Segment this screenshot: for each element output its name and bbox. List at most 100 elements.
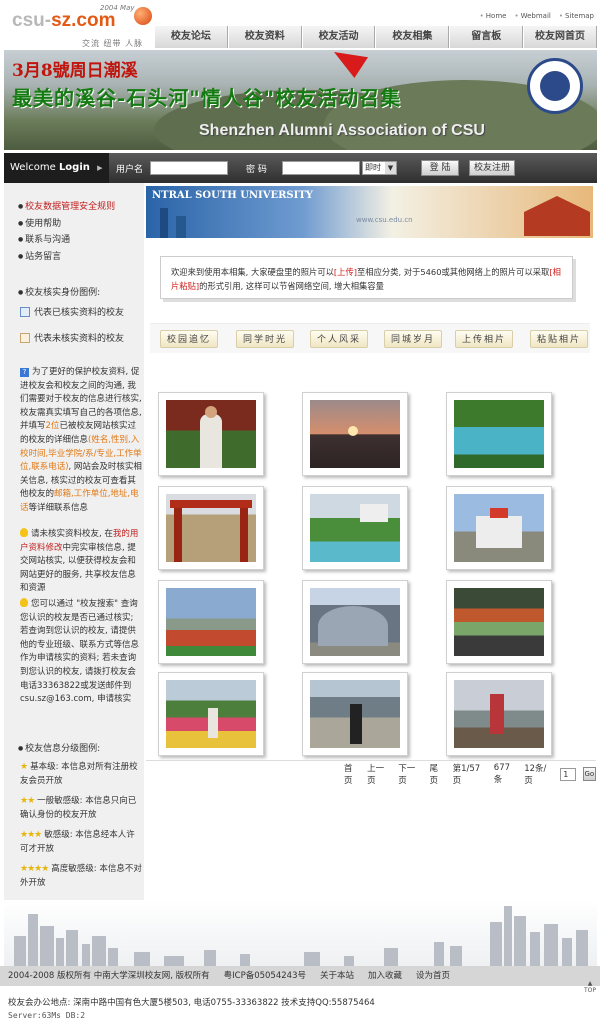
sidebar-link-help[interactable]: 使用帮助 (18, 216, 115, 233)
photo-thumbnail[interactable] (446, 392, 552, 476)
logo-lantern-icon (134, 7, 152, 25)
photo-image (166, 680, 256, 748)
lightbulb-icon (20, 528, 28, 537)
tab-paste-photo[interactable]: 粘贴相片 (530, 330, 588, 348)
photo-thumbnail[interactable] (446, 672, 552, 756)
tab-city-years[interactable]: 同城岁月 (384, 330, 442, 348)
login-button[interactable]: 登 陆 (421, 160, 459, 176)
logo-slogan: 交流 纽带 人脉 (82, 39, 144, 48)
lightbulb-icon (20, 598, 28, 607)
banner-flag (334, 52, 368, 78)
star-icon: ★★★★ (20, 864, 49, 874)
session-select[interactable]: 即时 ▼ (362, 161, 397, 175)
album-header-image: NTRAL SOUTH UNIVERSITY www.csu.edu.cn (146, 186, 593, 238)
chevron-down-icon: ▼ (385, 162, 396, 174)
page-last-link[interactable]: 尾页 (429, 762, 445, 786)
welcome-login-label: Welcome Login ▶ (4, 153, 109, 183)
verification-info: ? 为了更好的保护校友资料, 促进校友会和校友之间的沟通, 我们需要对于校友的信息… (20, 367, 142, 513)
tab-campus-memories[interactable]: 校园追忆 (160, 330, 218, 348)
sidebar-link-security-rules[interactable]: 校友数据管理安全规则 (18, 199, 115, 216)
page-first-link[interactable]: 首页 (344, 762, 360, 786)
photo-image (454, 494, 544, 562)
login-bar: Welcome Login ▶ 用户名 密 码 即时 ▼ 登 陆 校友注册 (4, 153, 597, 183)
tab-personal[interactable]: 个人风采 (310, 330, 368, 348)
photo-thumbnail[interactable] (302, 486, 408, 570)
city-skyline-image (4, 900, 597, 966)
username-input[interactable] (150, 161, 228, 175)
back-to-top-button[interactable]: ▲ TOP (583, 980, 597, 994)
photo-image (310, 680, 400, 748)
favorite-link[interactable]: 加入收藏 (368, 966, 402, 986)
page-info: 第1/57页 (452, 764, 481, 786)
unverified-user-icon (20, 332, 30, 343)
about-link[interactable]: 关于本站 (320, 966, 354, 986)
university-name-image-text: NTRAL SOUTH UNIVERSITY (152, 190, 313, 201)
photo-image (454, 680, 544, 748)
photo-thumbnail[interactable] (446, 486, 552, 570)
star-icon: ★ (20, 762, 28, 772)
level-highly-sensitive: ★★★★ 高度敏感级: 本信息不对外开放 (20, 864, 142, 888)
password-label: 密 码 (246, 165, 267, 175)
photo-image (310, 588, 400, 656)
top-links: • Home • Webmail • Sitemap (480, 12, 594, 20)
page-go-button[interactable]: Go (582, 767, 596, 781)
page-number-input[interactable]: 1 (560, 767, 576, 781)
image-building (160, 208, 168, 238)
page-next-link[interactable]: 下一页 (398, 762, 422, 786)
nav-item-albums[interactable]: 校友相集 (375, 26, 450, 48)
page-prev-link[interactable]: 上一页 (367, 762, 391, 786)
photo-thumbnail[interactable] (302, 672, 408, 756)
photo-thumbnail[interactable] (158, 486, 264, 570)
photo-thumbnail[interactable] (446, 580, 552, 664)
level-legend-title: 校友信息分级图例: (18, 741, 100, 754)
tab-classmate-time[interactable]: 同学时光 (236, 330, 294, 348)
photo-image (454, 400, 544, 468)
record-count: 677条 (493, 763, 511, 785)
photo-thumbnail[interactable] (158, 672, 264, 756)
copyright-text: 2004-2008 版权所有 中南大学深圳校友网, 版权所有 (8, 971, 210, 981)
top-link-home[interactable]: • Home (480, 12, 507, 20)
icp-link[interactable]: 粤ICP备05054243号 (224, 966, 306, 986)
question-icon: ? (20, 368, 29, 377)
top-link-sitemap[interactable]: • Sitemap (559, 12, 594, 20)
university-url-text: www.csu.edu.cn (356, 216, 413, 224)
arrow-up-icon: ▲ (587, 980, 593, 987)
nav-item-guestbook[interactable]: 留言板 (449, 26, 524, 48)
photo-image (166, 400, 256, 468)
image-gate-building (524, 196, 590, 236)
sidebar-link-contact[interactable]: 联系与沟通 (18, 232, 115, 249)
banner-title-main: 最美的溪谷-石头河"情人谷"校友活动召集 (12, 86, 402, 110)
set-home-link[interactable]: 设为首页 (416, 966, 450, 986)
photo-image (166, 494, 256, 562)
username-label: 用户名 (116, 165, 144, 175)
register-button[interactable]: 校友注册 (469, 160, 515, 176)
photo-thumbnail[interactable] (158, 392, 264, 476)
tab-upload-photo[interactable]: 上传相片 (455, 330, 513, 348)
photo-thumbnail[interactable] (158, 580, 264, 664)
photo-thumbnail[interactable] (302, 392, 408, 476)
photo-image (310, 400, 400, 468)
nav-item-alumni-info[interactable]: 校友资料 (227, 26, 302, 48)
image-building (176, 216, 186, 238)
footer-address: 校友会办公地点: 深南中路中国有色大厦5楼503, 电话0755-3336382… (8, 998, 375, 1008)
photo-image (310, 494, 400, 562)
sidebar-link-messages[interactable]: 站务留言 (18, 249, 115, 266)
star-icon: ★★★ (20, 830, 42, 840)
top-link-webmail[interactable]: • Webmail (514, 12, 550, 20)
site-logo[interactable]: 2004 May csu-sz.com 交流 纽带 人脉 (4, 4, 154, 48)
legend-verified: 代表已核实资料的校友 (20, 305, 124, 318)
nav-item-home[interactable]: 校友网首页 (523, 26, 597, 48)
photo-thumbnail[interactable] (302, 580, 408, 664)
divider (146, 760, 596, 761)
verify-legend-title: 校友核实身份图例: (18, 285, 100, 298)
nav-item-activities[interactable]: 校友活动 (301, 26, 376, 48)
password-input[interactable] (282, 161, 360, 175)
nav-item-forum[interactable]: 校友论坛 (154, 26, 228, 48)
pagination: 首页 上一页 下一页 尾页 第1/57页 677条 12条/页 1 Go (344, 763, 596, 786)
hero-banner[interactable]: 3月8號周日潮溪 最美的溪谷-石头河"情人谷"校友活动召集 Shenzhen A… (4, 50, 597, 150)
upload-link[interactable]: [上传] (334, 267, 357, 277)
footer-bar: 2004-2008 版权所有 中南大学深圳校友网, 版权所有 粤ICP备0505… (0, 966, 600, 986)
level-sensitive: ★★★ 敏感级: 本信息经本人许可才开放 (20, 830, 135, 854)
university-seal-icon (527, 58, 583, 114)
legend-unverified: 代表未核实资料的校友 (20, 331, 124, 344)
